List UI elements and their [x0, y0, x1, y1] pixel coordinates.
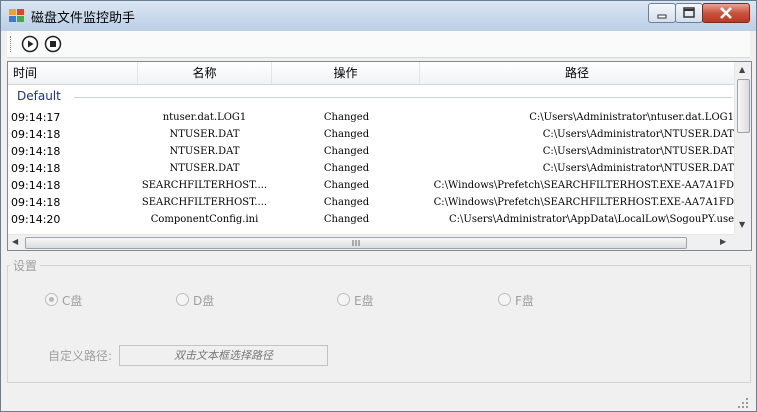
minimize-button[interactable]	[648, 3, 676, 23]
column-header-operation[interactable]: 操作	[272, 62, 420, 84]
row-name: NTUSER.DAT	[169, 163, 240, 174]
drive-radio-label: E盘	[354, 294, 374, 308]
row-path: C:\Users\Administrator\AppData\LocalLow\…	[449, 214, 734, 225]
row-name: ntuser.dat.LOG1	[162, 112, 247, 123]
row-time: 09:14:18	[11, 162, 61, 175]
minimize-icon	[657, 14, 667, 19]
maximize-button[interactable]	[675, 3, 703, 23]
grip-icon	[352, 240, 360, 246]
custom-path-label: 自定义路径:	[48, 349, 113, 363]
title-bar: 磁盘文件监控助手	[1, 1, 756, 31]
list-header: 时间 名称 操作 路径	[8, 62, 734, 85]
row-path: C:\Users\Administrator\ntuser.dat.LOG1	[529, 112, 734, 123]
monitor-list[interactable]: 时间 名称 操作 路径 Default 09:14:17 ntuser.dat.L…	[7, 61, 752, 251]
toolbar-grip[interactable]	[10, 36, 13, 52]
drive-radio-label: C盘	[62, 294, 83, 308]
table-row[interactable]: 09:14:18 SEARCHFILTERHOST.... Changed C:\Wi…	[8, 194, 734, 211]
settings-title: 设置	[10, 257, 41, 274]
row-operation: Changed	[323, 163, 370, 174]
horizontal-scroll-thumb[interactable]	[25, 237, 687, 249]
column-header-path[interactable]: 路径	[420, 62, 734, 84]
row-name: SEARCHFILTERHOST....	[141, 197, 268, 208]
vertical-scrollbar[interactable]: ▲ ▼	[734, 62, 751, 235]
row-path: C:\Users\Administrator\NTUSER.DAT	[542, 163, 734, 174]
row-operation: Changed	[323, 112, 370, 123]
radio-indicator	[45, 293, 58, 306]
scroll-left-icon[interactable]: ◀	[12, 237, 18, 246]
resize-grip-icon[interactable]	[737, 397, 749, 409]
row-path: C:\Users\Administrator\NTUSER.DAT	[542, 146, 734, 157]
row-name: ComponentConfig.ini	[150, 214, 259, 225]
row-time: 09:14:18	[11, 128, 61, 141]
scroll-corner	[734, 234, 751, 250]
row-name: NTUSER.DAT	[169, 129, 240, 140]
table-row[interactable]: 09:14:18 NTUSER.DAT Changed C:\Users\Admini…	[8, 160, 734, 177]
row-operation: Changed	[323, 180, 370, 191]
row-path: C:\Users\Administrator\NTUSER.DAT	[542, 129, 734, 140]
row-path: C:\Windows\Prefetch\SEARCHFILTERHOST.EXE…	[433, 180, 734, 191]
close-icon	[720, 7, 732, 19]
column-header-name[interactable]: 名称	[138, 62, 272, 84]
row-time: 09:14:18	[11, 196, 61, 209]
drive-radio-label: F盘	[515, 294, 534, 308]
table-row[interactable]: 09:14:18 NTUSER.DAT Changed C:\Users\Admini…	[8, 126, 734, 143]
row-operation: Changed	[323, 214, 370, 225]
vertical-scroll-thumb[interactable]	[737, 79, 750, 133]
window-title: 磁盘文件监控助手	[31, 11, 136, 26]
table-row[interactable]: 09:14:20 ComponentConfig.ini Changed C:\Use…	[8, 211, 734, 228]
row-operation: Changed	[323, 197, 370, 208]
maximize-icon	[683, 7, 695, 18]
group-divider	[74, 97, 732, 98]
radio-indicator	[337, 293, 350, 306]
toolbar	[7, 31, 750, 58]
stop-button[interactable]	[44, 35, 62, 53]
row-time: 09:14:17	[11, 111, 61, 124]
row-path: C:\Windows\Prefetch\SEARCHFILTERHOST.EXE…	[433, 197, 734, 208]
row-operation: Changed	[323, 129, 370, 140]
radio-indicator	[498, 293, 511, 306]
row-name: NTUSER.DAT	[169, 146, 240, 157]
horizontal-scrollbar[interactable]: ◀ ▶	[8, 234, 734, 250]
stop-icon	[44, 35, 62, 53]
row-time: 09:14:18	[11, 145, 61, 158]
scroll-up-icon[interactable]: ▲	[739, 65, 745, 74]
close-button[interactable]	[702, 3, 750, 23]
start-icon	[21, 35, 39, 53]
table-row[interactable]: 09:14:18 SEARCHFILTERHOST.... Changed C:\Wi…	[8, 177, 734, 194]
app-window: 磁盘文件监控助手 时间 名称 操作 路径 Default 09:14:17 ntu…	[0, 0, 757, 412]
custom-path-input[interactable]: 双击文本框选择路径	[119, 345, 328, 366]
row-name: SEARCHFILTERHOST....	[141, 180, 268, 191]
table-row[interactable]: 09:14:17 ntuser.dat.LOG1 Changed C:\Users\A…	[8, 109, 734, 126]
status-bar	[1, 389, 756, 411]
row-time: 09:14:18	[11, 179, 61, 192]
table-row[interactable]: 09:14:18 NTUSER.DAT Changed C:\Users\Admini…	[8, 143, 734, 160]
scroll-right-icon[interactable]: ▶	[720, 237, 726, 246]
column-header-time[interactable]: 时间	[8, 62, 138, 84]
row-operation: Changed	[323, 146, 370, 157]
drive-radio-label: D盘	[193, 294, 215, 308]
start-button[interactable]	[21, 35, 39, 53]
group-header[interactable]: Default	[17, 89, 61, 103]
row-time: 09:14:20	[11, 213, 61, 226]
scroll-down-icon[interactable]: ▼	[739, 220, 745, 229]
radio-indicator	[176, 293, 189, 306]
app-icon	[9, 9, 24, 23]
